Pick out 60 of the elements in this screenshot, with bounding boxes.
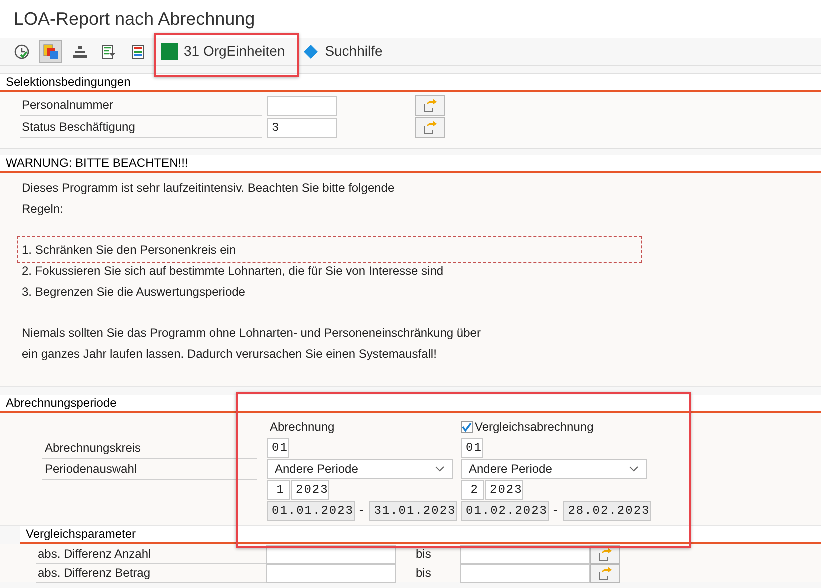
field-label: abs. Differenz Anzahl <box>36 544 266 564</box>
warning-text: Dieses Programm ist sehr laufzeitintensiv. Beachten Sie bitte folgende <box>22 180 395 196</box>
filter-list-icon <box>100 44 116 60</box>
input-field[interactable]: 2023 <box>485 480 523 500</box>
checkmark-icon <box>462 422 472 432</box>
toolbar-button[interactable]: 31 OrgEinheiten <box>155 40 292 63</box>
dropdown[interactable]: Andere Periode <box>461 459 647 479</box>
date-field[interactable]: 01.01.2023 <box>267 501 355 521</box>
diamond-icon <box>303 44 320 60</box>
input-field[interactable]: 01 <box>461 438 483 458</box>
multiple-selection-button[interactable] <box>415 95 445 116</box>
field-label: Personalnummer <box>20 95 262 116</box>
dropdown[interactable]: Andere Periode <box>267 459 453 479</box>
chevron-down-icon <box>435 466 445 472</box>
field-label: Periodenauswahl <box>42 459 257 480</box>
range-dash: - <box>357 503 368 520</box>
window-title: LOA-Report nach Abrechnung <box>14 8 256 31</box>
copy-squares-icon <box>42 44 58 60</box>
input-field[interactable]: 2023 <box>291 480 329 500</box>
export-icon <box>423 121 437 134</box>
column-header: Abrechnung <box>269 419 335 436</box>
field-label: bis <box>415 546 432 563</box>
input-field[interactable]: 2 <box>461 480 484 500</box>
warning-text: 1. Schränken Sie den Personenkreis ein <box>22 242 236 258</box>
input-field[interactable] <box>267 96 337 116</box>
input-field[interactable]: 01 <box>267 438 289 458</box>
range-dash: - <box>551 503 562 520</box>
section-title: WARNUNG: BITTE BEACHTEN!!! <box>6 155 188 171</box>
section-title: Selektionsbedingungen <box>6 74 131 90</box>
warning-text: 2. Fokussieren Sie sich auf bestimmte Lohnarten, die für Sie von Interesse sind <box>22 262 444 280</box>
multiple-selection-button[interactable] <box>590 564 620 582</box>
warning-text: 3. Begrenzen Sie die Auswertungsperiode <box>22 284 246 300</box>
color-list-icon <box>130 44 146 60</box>
warning-text: Regeln: <box>22 200 64 218</box>
date-field[interactable]: 31.01.2023 <box>369 501 458 521</box>
toolbar-button[interactable]: Suchhilfe <box>297 40 389 63</box>
chevron-down-icon <box>629 466 639 472</box>
export-icon <box>598 566 612 580</box>
section-title: Vergleichsparameter <box>26 526 136 542</box>
section-title: Abrechnungsperiode <box>6 395 117 411</box>
input-field[interactable]: 1 <box>267 480 290 500</box>
export-icon <box>423 99 437 112</box>
stack-icon <box>72 44 88 60</box>
input-field[interactable] <box>266 564 396 582</box>
clock-check-icon <box>14 44 30 60</box>
input-field[interactable]: 3 <box>267 118 337 138</box>
checkbox[interactable]: Vergleichsabrechnung <box>461 418 594 436</box>
square-icon <box>161 43 178 60</box>
multiple-selection-button[interactable] <box>415 117 445 138</box>
field-label: Abrechnungskreis <box>42 438 257 459</box>
field-label: Status Beschäftigung <box>20 117 262 138</box>
input-field[interactable] <box>460 564 590 582</box>
toolbar-button[interactable] <box>39 40 62 63</box>
warning-text: ein ganzes Jahr laufen lassen. Dadurch verursachen Sie einen Systemausfall! <box>22 346 437 362</box>
field-label: abs. Differenz Betrag <box>36 564 266 582</box>
date-field[interactable]: 01.02.2023 <box>461 501 549 521</box>
export-icon <box>598 548 612 560</box>
field-label: bis <box>415 565 432 582</box>
warning-text: Niemals sollten Sie das Programm ohne Lohnarten- und Personeneinschränkung über <box>22 324 481 342</box>
date-field[interactable]: 28.02.2023 <box>563 501 652 521</box>
